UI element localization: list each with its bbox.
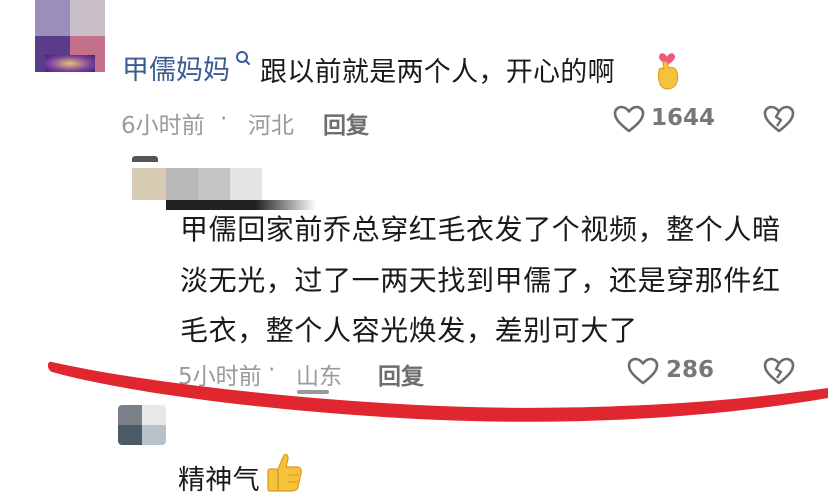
thumbs-up-emoji-icon <box>267 453 302 492</box>
avatar[interactable] <box>35 0 105 72</box>
like-count: 286 <box>666 357 715 383</box>
like-count: 1644 <box>651 105 716 131</box>
avatar-pixel <box>198 168 230 200</box>
meta-separator: · <box>268 357 276 383</box>
heart-outline-icon[interactable] <box>626 356 660 386</box>
comment-text-line: 甲儒回家前乔总穿红毛衣发了个视频，整个人暗 <box>180 213 781 246</box>
comment-location: 河北 <box>248 113 294 139</box>
comment-time: 5小时前 <box>178 364 262 390</box>
avatar-pixel <box>166 168 198 200</box>
comment-text-line: 淡无光，过了一两天找到甲儒了，还是穿那件红 <box>180 264 781 297</box>
avatar-pixel <box>132 168 166 200</box>
avatar[interactable] <box>118 150 318 210</box>
location-underline <box>297 390 329 394</box>
comment-text-line: 毛衣，整个人容光焕发，差别可大了 <box>180 314 638 347</box>
comment-location: 山东 <box>296 364 342 390</box>
reply-button[interactable]: 回复 <box>323 106 369 140</box>
avatar-pixel <box>118 405 142 425</box>
comment-username[interactable]: 甲儒妈妈 <box>122 48 230 87</box>
avatar-pixel <box>70 0 105 36</box>
avatar-pixel <box>45 55 95 72</box>
avatar-pixel <box>118 425 142 445</box>
avatar-pixel <box>142 405 166 425</box>
avatar-pixel <box>142 425 166 445</box>
comment-text: 跟以前就是两个人，开心的啊 <box>260 57 615 88</box>
comment-text: 精神气 <box>178 465 260 496</box>
search-icon <box>236 51 250 65</box>
avatar-pixel <box>35 0 70 36</box>
broken-heart-icon[interactable] <box>762 104 796 134</box>
finger-heart-emoji-icon <box>657 53 679 90</box>
avatar-pixel <box>132 156 158 162</box>
meta-separator: · <box>220 106 228 132</box>
avatar[interactable] <box>118 405 166 445</box>
avatar-pixel <box>230 168 262 200</box>
broken-heart-icon[interactable] <box>762 356 796 386</box>
reply-button[interactable]: 回复 <box>378 357 424 391</box>
comment-time: 6小时前 <box>121 113 205 139</box>
heart-outline-icon[interactable] <box>612 104 646 134</box>
